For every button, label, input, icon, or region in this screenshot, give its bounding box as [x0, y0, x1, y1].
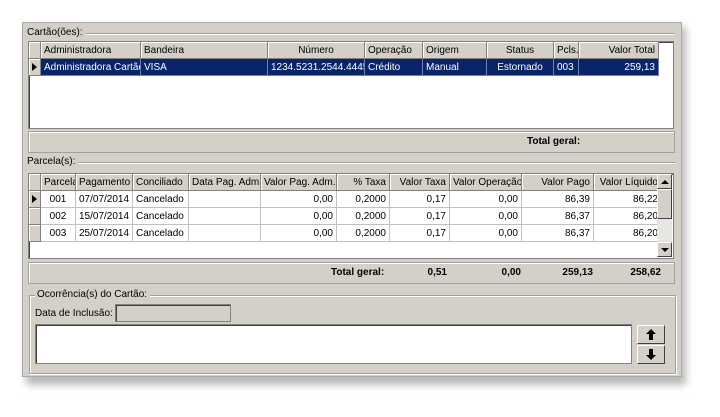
installments-col-valor-operacao[interactable]: Valor Operação	[450, 174, 522, 191]
installments-cell-conciliado[interactable]: Cancelado	[133, 191, 189, 208]
installments-total-label: Total geral:	[331, 267, 385, 278]
installments-row-indicator	[29, 208, 41, 225]
cards-cell-bandeira[interactable]: VISA	[141, 59, 268, 76]
installments-cell-pagamento[interactable]: 07/07/2014	[76, 191, 133, 208]
installments-cell-valor-taxa[interactable]: 0,17	[390, 225, 450, 242]
installments-col-taxa-percent[interactable]: % Taxa	[337, 174, 390, 191]
scroll-down-button[interactable]	[657, 242, 672, 257]
total-valor-pago: 259,13	[562, 267, 593, 278]
installments-cell-valor-operacao[interactable]: 0,00	[450, 191, 522, 208]
installments-cell-data-pag-adm[interactable]	[189, 208, 261, 225]
cards-col-bandeira[interactable]: Bandeira	[141, 42, 268, 59]
occurrence-text-area[interactable]	[35, 324, 632, 364]
cards-col-pcls[interactable]: Pcls.	[554, 42, 579, 59]
installments-cell-taxa-percent[interactable]: 0,2000	[337, 191, 390, 208]
cards-cell-administradora[interactable]: Administradora Cartão	[41, 59, 141, 76]
installments-cell-valor-pag-adm[interactable]: 0,00	[261, 191, 337, 208]
installments-grid[interactable]: Parcela Pagamento Conciliado Data Pag. Adm.…	[28, 173, 674, 259]
installments-cell-valor-liquido[interactable]: 86,20	[594, 225, 662, 242]
total-valor-operacao: 0,00	[501, 267, 521, 278]
date-inclusion-label: Data de Inclusão:	[35, 308, 113, 319]
arrow-up-icon	[646, 329, 656, 340]
cards-legend: Cartão(ões):	[27, 27, 86, 39]
cards-col-valor-total[interactable]: Valor Total	[579, 42, 659, 59]
cards-col-operacao[interactable]: Operação	[365, 42, 423, 59]
installments-cell-valor-operacao[interactable]: 0,00	[450, 225, 522, 242]
cards-col-origem[interactable]: Origem	[423, 42, 487, 59]
installments-cell-taxa-percent[interactable]: 0,2000	[337, 225, 390, 242]
installments-cell-parcela[interactable]: 002	[41, 208, 76, 225]
scroll-up-arrow-icon	[661, 180, 669, 184]
installments-cell-valor-pago[interactable]: 86,39	[522, 191, 594, 208]
installments-scrollbar[interactable]	[657, 174, 672, 257]
installments-group-line	[73, 162, 675, 164]
date-inclusion-field[interactable]	[115, 304, 231, 322]
installments-cell-valor-taxa[interactable]: 0,17	[390, 208, 450, 225]
installments-cell-pagamento[interactable]: 15/07/2014	[76, 208, 133, 225]
cards-cell-valor-total[interactable]: 259,13	[579, 59, 659, 76]
installments-row-indicator	[29, 225, 41, 242]
installments-col-valor-taxa[interactable]: Valor Taxa	[390, 174, 450, 191]
cards-cell-numero[interactable]: 1234.5231.2544.4445	[268, 59, 365, 76]
installments-cell-valor-taxa[interactable]: 0,17	[390, 191, 450, 208]
cards-cell-status[interactable]: Estornado	[487, 59, 554, 76]
cards-total-label: Total geral:	[527, 136, 581, 147]
installments-col-valor-pag-adm[interactable]: Valor Pag. Adm.	[261, 174, 337, 191]
row-pointer-icon	[32, 63, 37, 71]
cards-row-indicator	[29, 59, 41, 76]
installments-cell-taxa-percent[interactable]: 0,2000	[337, 208, 390, 225]
installments-total-bar: Total geral: 0,51 0,00 259,13 258,62	[28, 262, 675, 284]
installments-cell-pagamento[interactable]: 25/07/2014	[76, 225, 133, 242]
installments-cell-valor-operacao[interactable]: 0,00	[450, 208, 522, 225]
cards-header-indicator	[29, 42, 41, 59]
total-valor-liquido: 258,62	[630, 267, 661, 278]
total-valor-taxa: 0,51	[427, 267, 447, 278]
row-pointer-icon	[32, 195, 37, 203]
installments-cell-valor-liquido[interactable]: 86,20	[594, 208, 662, 225]
cards-group-line	[85, 33, 675, 35]
scroll-up-button[interactable]	[657, 174, 672, 189]
installments-cell-valor-pago[interactable]: 86,37	[522, 225, 594, 242]
installments-cell-parcela[interactable]: 001	[41, 191, 76, 208]
installments-col-parcela[interactable]: Parcela	[41, 174, 76, 191]
installments-col-valor-pago[interactable]: Valor Pago	[522, 174, 594, 191]
occurrences-legend: Ocorrência(s) do Cartão:	[35, 289, 151, 301]
installments-cell-valor-pag-adm[interactable]: 0,00	[261, 225, 337, 242]
cards-cell-origem[interactable]: Manual	[423, 59, 487, 76]
installments-cell-conciliado[interactable]: Cancelado	[133, 208, 189, 225]
installments-col-valor-liquido[interactable]: Valor Líquido	[594, 174, 662, 191]
scroll-down-arrow-icon	[661, 248, 669, 252]
installments-cell-valor-pag-adm[interactable]: 0,00	[261, 208, 337, 225]
cards-col-status[interactable]: Status	[487, 42, 554, 59]
installments-cell-conciliado[interactable]: Cancelado	[133, 225, 189, 242]
installments-col-data-pag-adm[interactable]: Data Pag. Adm.	[189, 174, 261, 191]
cards-col-administradora[interactable]: Administradora	[41, 42, 141, 59]
installments-row-indicator	[29, 191, 41, 208]
move-up-button[interactable]	[637, 325, 665, 344]
installments-col-conciliado[interactable]: Conciliado	[133, 174, 189, 191]
installments-cell-valor-pago[interactable]: 86,37	[522, 208, 594, 225]
installments-col-pagamento[interactable]: Pagamento	[76, 174, 133, 191]
cards-cell-operacao[interactable]: Crédito	[365, 59, 423, 76]
cards-cell-pcls[interactable]: 003	[554, 59, 579, 76]
card-details-panel: Cartão(ões): Administradora Bandeira Númer…	[22, 22, 682, 377]
installments-header-indicator	[29, 174, 41, 191]
cards-grid[interactable]: Administradora Bandeira Número Operação Orig…	[28, 41, 674, 129]
scroll-thumb[interactable]	[657, 189, 672, 219]
installments-cell-parcela[interactable]: 003	[41, 225, 76, 242]
installments-cell-valor-liquido[interactable]: 86,22	[594, 191, 662, 208]
installments-cell-data-pag-adm[interactable]	[189, 191, 261, 208]
cards-total-bar: Total geral:	[28, 131, 675, 153]
installments-legend: Parcela(s):	[27, 156, 79, 168]
arrow-down-icon	[646, 349, 656, 360]
installments-cell-data-pag-adm[interactable]	[189, 225, 261, 242]
cards-col-numero[interactable]: Número	[268, 42, 365, 59]
move-down-button[interactable]	[637, 345, 665, 364]
